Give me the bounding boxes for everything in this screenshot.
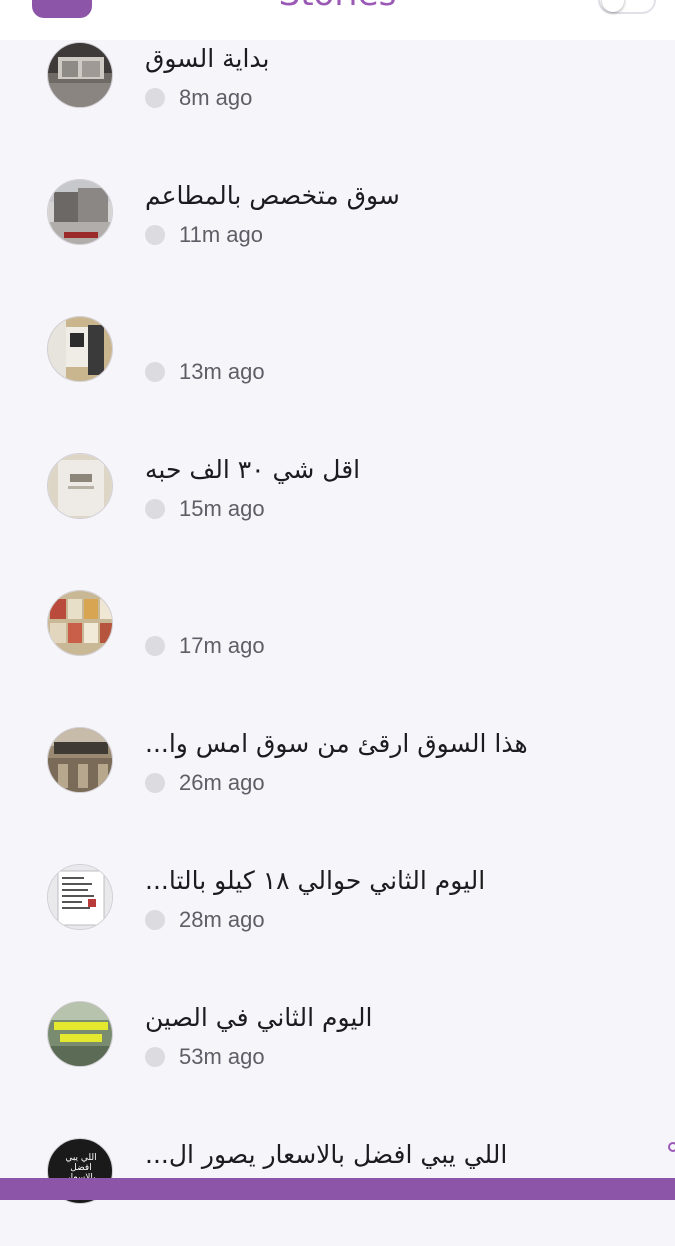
- story-thumbnail: [47, 590, 113, 656]
- story-item[interactable]: اليوم الثاني في الصين 53m ago: [0, 999, 675, 1109]
- story-thumbnail: [47, 316, 113, 382]
- story-item[interactable]: اقل شي ٣٠ الف حبه 15m ago: [0, 451, 675, 561]
- story-caption: اللي يبي افضل بالاسعار يصور ال...: [145, 1140, 508, 1169]
- story-thumbnail: [47, 1001, 113, 1067]
- status-dot: [145, 88, 165, 108]
- status-dot: [145, 1047, 165, 1067]
- scroll-indicator: [668, 1142, 675, 1152]
- story-caption: اقل شي ٣٠ الف حبه: [145, 455, 361, 484]
- story-item[interactable]: 13m ago: [0, 314, 675, 424]
- story-time: 26m ago: [179, 770, 265, 795]
- status-dot: [145, 499, 165, 519]
- story-item[interactable]: سوق متخصص بالمطاعم 11m ago: [0, 177, 675, 287]
- story-caption: هذا السوق ارقئ من سوق امس وا...: [145, 729, 528, 758]
- story-time: 15m ago: [179, 496, 265, 521]
- story-item[interactable]: هذا السوق ارقئ من سوق امس وا... 26m ago: [0, 725, 675, 835]
- story-time: 11m ago: [179, 222, 263, 247]
- page-title: Stories: [0, 0, 675, 14]
- story-thumbnail: [47, 727, 113, 793]
- story-thumbnail: [47, 453, 113, 519]
- story-caption: اليوم الثاني حوالي ١٨ كيلو بالتا...: [145, 866, 486, 895]
- status-dot: [145, 362, 165, 382]
- story-time: 8m ago: [179, 85, 253, 110]
- bottom-bar: [0, 1178, 675, 1200]
- status-dot: [145, 225, 165, 245]
- story-thumbnail: [47, 179, 113, 245]
- story-caption: سوق متخصص بالمطاعم: [145, 181, 400, 210]
- story-caption: بداية السوق: [145, 44, 270, 73]
- story-time: 53m ago: [179, 1044, 265, 1069]
- story-time: 13m ago: [179, 359, 265, 384]
- status-dot: [145, 910, 165, 930]
- story-thumbnail: [47, 864, 113, 930]
- status-dot: [145, 773, 165, 793]
- story-thumbnail: [47, 42, 113, 108]
- top-bar: Stories: [0, 0, 675, 40]
- visibility-toggle[interactable]: [598, 0, 656, 14]
- toggle-knob: [602, 0, 624, 12]
- story-item[interactable]: بداية السوق 8m ago: [0, 40, 675, 150]
- story-time: 17m ago: [179, 633, 265, 658]
- story-item[interactable]: 17m ago: [0, 588, 675, 698]
- story-caption: اليوم الثاني في الصين: [145, 1003, 373, 1032]
- status-dot: [145, 636, 165, 656]
- story-item[interactable]: اليوم الثاني حوالي ١٨ كيلو بالتا... 28m …: [0, 862, 675, 972]
- story-time: 28m ago: [179, 907, 265, 932]
